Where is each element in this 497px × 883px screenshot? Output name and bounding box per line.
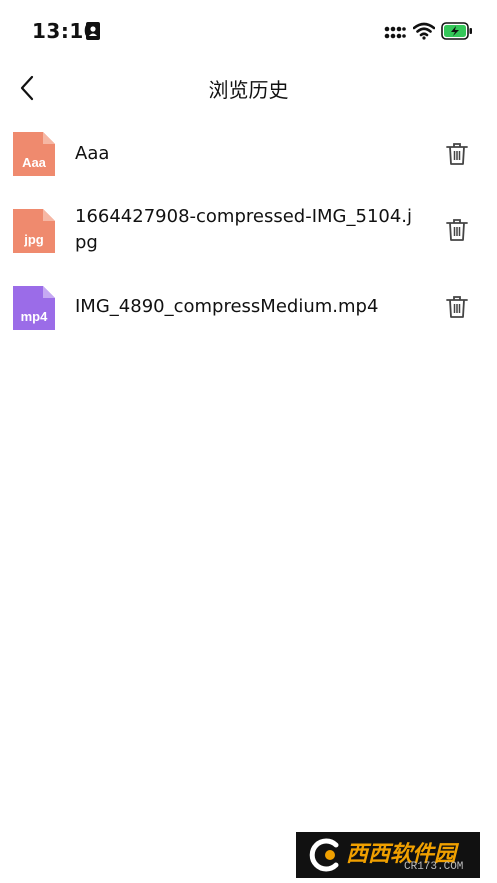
file-name: Aaa — [75, 143, 110, 164]
delete-button[interactable] — [444, 293, 470, 321]
file-name: IMG_4890_compressMedium.mp4 — [75, 296, 379, 317]
file-ext-label: mp4 — [20, 309, 48, 324]
battery-charging-icon — [441, 22, 472, 40]
trash-icon — [446, 143, 468, 165]
list-item[interactable]: mp4 IMG_4890_compressMedium.mp4 — [0, 268, 497, 344]
trash-icon — [446, 296, 468, 318]
file-ext-label: jpg — [24, 232, 44, 247]
file-name: 1664427908-compressed-IMG_5104.jpg — [75, 206, 413, 253]
trash-icon — [446, 219, 468, 241]
delete-button[interactable] — [444, 140, 470, 168]
watermark: 西西软件园 CR173.COM — [296, 832, 480, 878]
list-item[interactable]: jpg 1664427908-compressed-IMG_5104.jpg — [0, 192, 497, 268]
list-item[interactable]: Aaa Aaa — [0, 116, 497, 192]
wifi-icon — [413, 22, 435, 40]
signal-icon — [384, 26, 406, 39]
watermark-logo-icon — [309, 838, 339, 872]
file-video-icon: mp4 — [13, 286, 55, 330]
delete-button[interactable] — [444, 216, 470, 244]
nav-bar: 浏览历史 — [0, 62, 497, 114]
status-bar: 13:10 — [0, 0, 497, 62]
file-image-icon: jpg — [13, 209, 55, 253]
page-title: 浏览历史 — [208, 78, 289, 102]
file-doc-icon: Aaa — [13, 132, 55, 176]
id-badge-icon — [86, 22, 100, 40]
file-ext-label: Aaa — [22, 155, 46, 170]
watermark-subtitle: CR173.COM — [404, 861, 464, 873]
